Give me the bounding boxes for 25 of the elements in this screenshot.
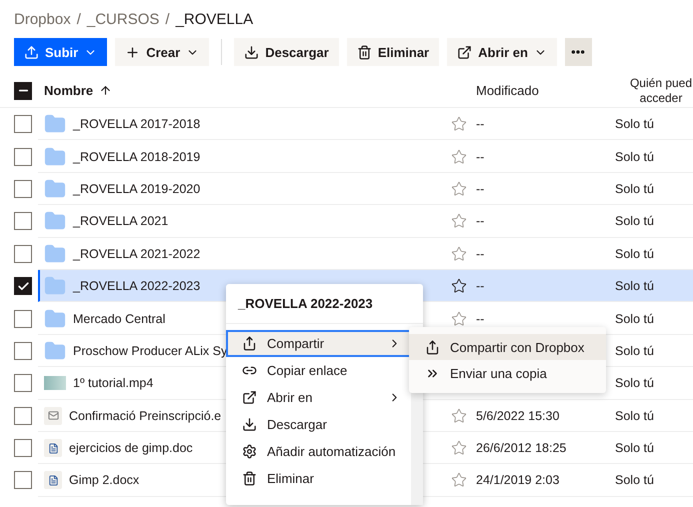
- menu-title: _ROVELLA 2022-2023: [226, 284, 423, 324]
- modified-cell-text: --: [476, 150, 486, 164]
- modified-cell-text: --: [476, 312, 486, 326]
- access-cell-text: Solo tú: [615, 117, 655, 132]
- access-cell-text: Solo tú: [615, 214, 655, 228]
- modified-cell-text: 5/6/2022 15:30: [476, 408, 560, 423]
- access-cell-text: Solo tú: [615, 150, 655, 164]
- modified-cell-text: --: [476, 214, 486, 228]
- access-cell-text: Solo tú: [615, 279, 655, 294]
- breadcrumb-separator: /: [165, 10, 170, 28]
- access-cell-text: Solo tú: [615, 376, 655, 390]
- access-cell-text: Solo tú: [615, 246, 655, 261]
- modified-cell-text: 24/1/2019 2:03: [476, 473, 560, 488]
- modified-cell-text: 26/6/2012 18:25: [476, 441, 568, 456]
- breadcrumb-separator: /: [76, 10, 81, 28]
- modified-cell-text: --: [476, 182, 486, 196]
- access-cell-text: Solo tú: [615, 344, 655, 358]
- modified-cell-text: --: [476, 117, 486, 132]
- access-cell-text: Solo tú: [615, 473, 655, 488]
- access-cell-text: Solo tú: [615, 312, 655, 326]
- access-cell-text: Solo tú: [615, 182, 655, 196]
- access-cell-text: Solo tú: [615, 408, 655, 423]
- modified-cell-text: --: [476, 246, 486, 261]
- modified-cell-text: --: [476, 279, 486, 294]
- access-cell-text: Solo tú: [615, 441, 655, 456]
